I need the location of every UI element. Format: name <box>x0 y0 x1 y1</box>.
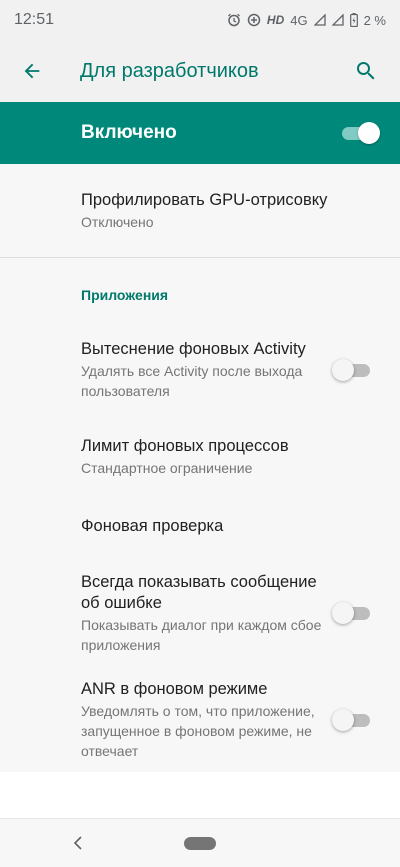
pref-background-anr[interactable]: ANR в фоновом режиме Уведомлять о том, ч… <box>0 668 400 772</box>
switch-thumb <box>332 602 354 624</box>
nav-back-button[interactable] <box>68 831 88 855</box>
pref-summary: Уведомлять о том, что приложение, запуще… <box>81 703 315 759</box>
signal-empty-icon <box>331 14 344 26</box>
battery-charging-icon <box>349 13 358 27</box>
background-anr-switch[interactable] <box>332 708 372 732</box>
master-switch-label: Включено <box>81 122 177 143</box>
pref-text: Профилировать GPU-отрисовку Отключено <box>81 190 372 232</box>
settings-list: Профилировать GPU-отрисовку Отключено Пр… <box>0 164 400 772</box>
nav-home-pill[interactable] <box>184 837 216 850</box>
kill-activities-switch[interactable] <box>332 358 372 382</box>
pref-title: Лимит фоновых процессов <box>81 437 289 455</box>
pref-show-error-dialog[interactable]: Всегда показывать сообщение об ошибке По… <box>0 558 400 668</box>
master-switch-bar[interactable]: Включено <box>0 102 400 164</box>
pref-text: ANR в фоновом режиме Уведомлять о том, ч… <box>81 679 324 761</box>
pref-text: Вытеснение фоновых Activity Удалять все … <box>81 339 324 401</box>
network-label: HD <box>266 13 285 27</box>
back-button[interactable] <box>10 49 54 93</box>
pref-title: Профилировать GPU-отрисовку <box>81 190 328 209</box>
back-arrow-icon <box>24 63 40 79</box>
network-type: 4G <box>290 12 308 28</box>
pref-title: Всегда показывать сообщение об ошибке <box>81 572 317 612</box>
page-title: Для разработчиков <box>80 59 259 82</box>
app-bar: Для разработчиков <box>0 40 400 102</box>
pref-title: Вытеснение фоновых Activity <box>81 340 306 358</box>
show-error-dialog-switch[interactable] <box>332 601 372 625</box>
search-icon <box>357 62 375 80</box>
pref-title: Фоновая проверка <box>81 516 224 535</box>
pref-text: Фоновая проверка <box>81 516 372 537</box>
status-icons: HD 4G 2 % <box>227 13 386 28</box>
category-header: Приложения <box>81 287 169 303</box>
pref-background-check[interactable]: Фоновая проверка <box>0 494 400 558</box>
alarm-icon <box>227 13 241 27</box>
battery-level: 2 % <box>363 12 386 28</box>
pref-summary: Удалять все Activity после выхода пользо… <box>81 363 303 399</box>
master-switch-toggle[interactable] <box>340 121 380 145</box>
chevron-left-icon <box>73 836 82 850</box>
pref-background-process-limit[interactable]: Лимит фоновых процессов Стандартное огра… <box>0 420 400 494</box>
status-bar: 12:51 HD 4G 2 % <box>0 0 400 40</box>
switch-thumb <box>332 359 354 381</box>
pref-summary: Отключено <box>81 213 154 230</box>
pref-title: ANR в фоновом режиме <box>81 680 268 698</box>
system-nav-bar <box>0 818 400 867</box>
data-saver-icon <box>247 13 261 27</box>
pref-summary: Показывать диалог при каждом сбое прилож… <box>81 616 322 653</box>
pref-text: Лимит фоновых процессов Стандартное огра… <box>81 436 372 478</box>
switch-thumb <box>332 709 354 731</box>
pref-text: Всегда показывать сообщение об ошибке По… <box>81 572 324 655</box>
pref-kill-activities[interactable]: Вытеснение фоновых Activity Удалять все … <box>0 320 400 420</box>
status-time: 12:51 <box>14 11 55 28</box>
switch-thumb <box>358 122 380 144</box>
pref-gpu-profiling[interactable]: Профилировать GPU-отрисовку Отключено <box>0 164 400 257</box>
signal-icon <box>313 14 326 26</box>
pref-summary: Стандартное ограничение <box>81 460 253 476</box>
search-button[interactable] <box>344 49 388 93</box>
